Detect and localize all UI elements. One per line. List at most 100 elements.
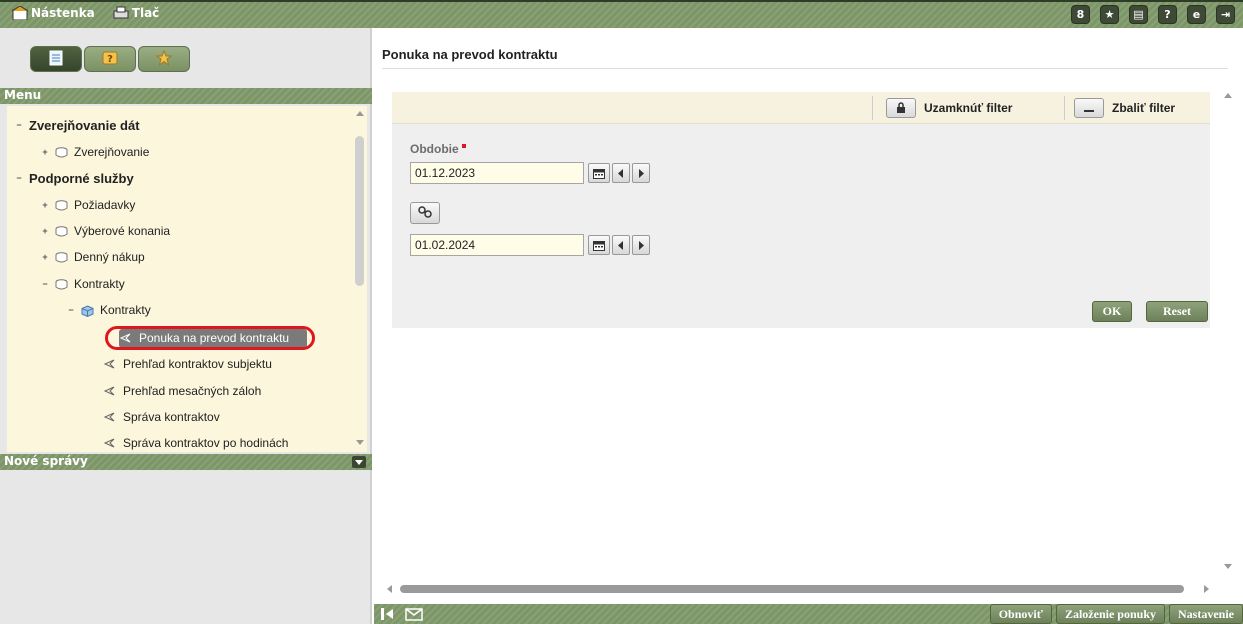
arrow-right-icon[interactable] xyxy=(632,235,650,255)
collapse-filter-button[interactable]: Zbaliť filter xyxy=(1074,98,1175,118)
horizontal-scroll-thumb[interactable] xyxy=(400,585,1184,593)
star-icon[interactable]: ★ xyxy=(1100,5,1119,24)
top-toolbar: Nástenka Tlač 8 ★ ▤ ? e ⇥ xyxy=(0,0,1243,28)
content-horizontal-scrollbar[interactable] xyxy=(387,583,1210,595)
minus-icon: − xyxy=(42,279,48,289)
zalozenie-ponuky-button[interactable]: Založenie ponuky xyxy=(1055,604,1165,624)
minus-icon: − xyxy=(16,120,22,130)
tree-item-poziadavky[interactable]: + Požiadavky xyxy=(41,192,135,218)
tree-item-denny-nakup[interactable]: + Denný nákup xyxy=(41,244,145,270)
scroll-up-arrow-icon[interactable] xyxy=(356,111,364,116)
tab-menu[interactable] xyxy=(30,46,82,72)
tlac-button[interactable]: Tlač xyxy=(113,6,160,20)
minus-icon: − xyxy=(16,173,22,183)
main-content: Ponuka na prevod kontraktu Uzamknúť filt… xyxy=(374,28,1243,624)
tree-item-label: Denný nákup xyxy=(74,250,145,264)
star-icon xyxy=(155,49,173,69)
link-dates-button[interactable] xyxy=(410,202,440,224)
tree-item-label: Výberové konania xyxy=(74,224,171,238)
filter-toolbar: Uzamknúť filter Zbaliť filter xyxy=(392,92,1210,124)
expand-icon[interactable] xyxy=(352,456,366,468)
collapse-panel-icon[interactable] xyxy=(378,606,398,622)
tree-item-sprava-kontraktov-po-hodinach[interactable]: Správa kontraktov po hodinách xyxy=(103,430,288,452)
filter-panel: Uzamknúť filter Zbaliť filter Obdobie 01… xyxy=(392,92,1210,328)
scroll-thumb[interactable] xyxy=(355,136,364,286)
sidebar-tabs: ? xyxy=(30,46,190,72)
menu-header-label: Menu xyxy=(4,88,42,102)
lock-filter-label: Uzamknúť filter xyxy=(924,101,1013,115)
page-title: Ponuka na prevod kontraktu xyxy=(382,47,558,62)
tree-item-zverejnovanie[interactable]: + Zverejňovanie xyxy=(41,139,149,165)
date-to-input[interactable]: 01.02.2024 xyxy=(410,234,584,256)
reset-button[interactable]: Reset xyxy=(1146,301,1208,322)
arrow-right-icon[interactable] xyxy=(632,163,650,183)
content-vertical-scrollbar[interactable] xyxy=(1221,90,1235,576)
date-to-controls xyxy=(588,235,650,255)
news-header: Nové správy xyxy=(0,454,372,470)
database-icon xyxy=(55,199,68,211)
leaf-arrow-icon xyxy=(103,411,117,423)
nastenka-label: Nástenka xyxy=(31,6,95,20)
divider xyxy=(872,96,873,120)
nastavenie-button[interactable]: Nastavenie xyxy=(1169,604,1243,624)
tree-item-zverejnovanie-dat[interactable]: − Zverejňovanie dát xyxy=(15,112,140,138)
arrow-left-icon[interactable] xyxy=(612,163,630,183)
notes-icon[interactable]: 8 xyxy=(1071,5,1090,24)
tree-item-label: Správa kontraktov xyxy=(123,410,220,424)
link-icon xyxy=(417,205,433,221)
ok-button[interactable]: OK xyxy=(1092,301,1132,322)
tree-item-label: Kontrakty xyxy=(74,277,125,291)
obnovit-button[interactable]: Obnoviť xyxy=(989,604,1052,624)
calculator-icon[interactable]: ▤ xyxy=(1129,5,1148,24)
tree-item-label: Podporné služby xyxy=(29,170,134,186)
tree-item-ponuka-na-prevod-kontraktu[interactable]: Ponuka na prevod kontraktu xyxy=(119,325,289,351)
tree-item-label: Zverejňovanie xyxy=(74,145,150,159)
minus-icon: − xyxy=(68,305,74,315)
title-divider xyxy=(382,68,1228,69)
database-icon xyxy=(55,146,68,158)
svg-text:?: ? xyxy=(107,54,113,65)
help-icon[interactable]: ? xyxy=(1158,5,1177,24)
scroll-down-arrow-icon[interactable] xyxy=(356,440,364,445)
leaf-arrow-icon xyxy=(103,358,117,370)
tab-help[interactable]: ? xyxy=(84,46,136,72)
tlac-label: Tlač xyxy=(131,6,160,20)
tree-item-label: Správa kontraktov po hodinách xyxy=(123,436,289,450)
period-label-text: Obdobie xyxy=(410,142,459,156)
tree-item-label: Ponuka na prevod kontraktu xyxy=(139,331,290,345)
printer-icon xyxy=(113,6,129,20)
date-from-controls xyxy=(588,163,650,183)
tree-item-prehlad-mesacnych-zaloh[interactable]: Prehľad mesačných záloh xyxy=(103,378,261,404)
lock-filter-button[interactable]: Uzamknúť filter xyxy=(886,98,1012,118)
menu-header: Menu xyxy=(0,88,372,104)
calendar-icon[interactable] xyxy=(588,163,610,183)
tree-item-label: Požiadavky xyxy=(74,198,136,212)
tree-item-podporne-sluzby[interactable]: − Podporné služby xyxy=(15,165,134,191)
mail-icon[interactable] xyxy=(404,606,424,622)
lock-icon xyxy=(886,98,916,118)
menu-scrollbar[interactable] xyxy=(353,106,367,452)
database-icon xyxy=(55,225,68,237)
required-marker xyxy=(461,144,466,148)
menu-tree: − Zverejňovanie dát + Zverejňovanie − Po… xyxy=(7,106,367,452)
tree-item-prehlad-kontraktov-subjektu[interactable]: Prehľad kontraktov subjektu xyxy=(103,351,272,377)
tree-item-sprava-kontraktov[interactable]: Správa kontraktov xyxy=(103,404,220,430)
refresh-icon[interactable]: e xyxy=(1187,5,1206,24)
tab-favorites[interactable] xyxy=(138,46,190,72)
leaf-arrow-icon xyxy=(103,437,117,449)
tree-item-label: Zverejňovanie dát xyxy=(29,117,140,133)
calendar-icon[interactable] xyxy=(588,235,610,255)
tree-item-vyberove-konania[interactable]: + Výberové konania xyxy=(41,218,170,244)
plus-icon: + xyxy=(42,200,48,210)
arrow-left-icon[interactable] xyxy=(612,235,630,255)
sidebar: ? Menu − Zverejňovanie dát + Zverejňovan… xyxy=(0,28,372,624)
help-icon: ? xyxy=(102,51,118,68)
list-icon xyxy=(49,50,63,69)
nastenka-button[interactable]: Nástenka xyxy=(12,6,95,20)
tree-item-kontrakty[interactable]: − Kontrakty xyxy=(67,297,150,323)
tree-item-kontrakty-group[interactable]: − Kontrakty xyxy=(41,271,125,297)
minus-icon xyxy=(1074,98,1104,118)
date-from-input[interactable]: 01.12.2023 xyxy=(410,162,584,184)
collapse-filter-label: Zbaliť filter xyxy=(1112,101,1176,115)
logout-icon[interactable]: ⇥ xyxy=(1216,5,1235,24)
